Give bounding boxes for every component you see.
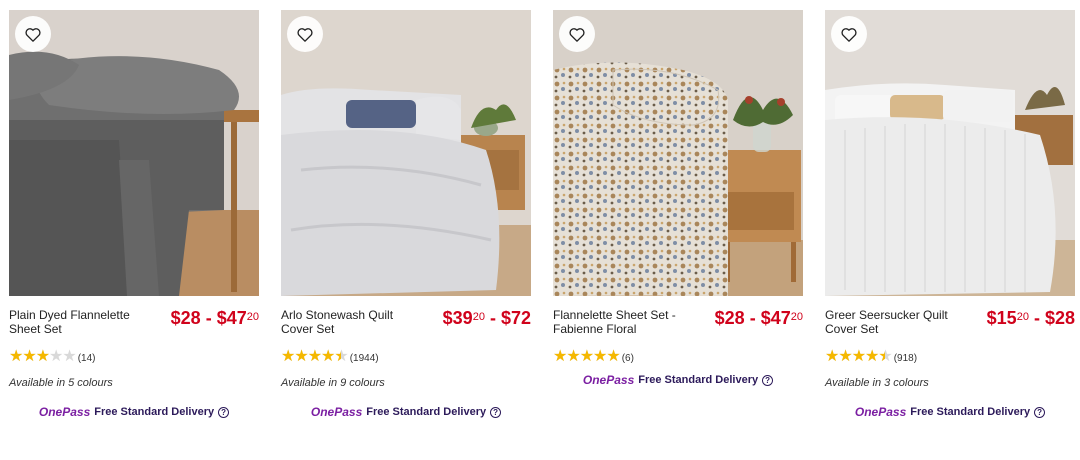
question-circle-icon[interactable]: ? <box>762 374 774 386</box>
product-price: $3920 - $72 <box>442 308 531 328</box>
rating[interactable]: ★★★★★ ★★★★★ (918) <box>825 349 1075 365</box>
onepass-delivery[interactable]: OnePass Free Standard Delivery ? <box>281 405 531 419</box>
rating[interactable]: ★★★★★ ★★★★★ (6) <box>553 349 803 365</box>
rating[interactable]: ★★★★★ ★★★★★ (1944) <box>281 349 531 365</box>
onepass-logo: OnePass <box>854 405 907 419</box>
onepass-delivery[interactable]: OnePass Free Standard Delivery ? <box>825 405 1075 419</box>
onepass-delivery[interactable]: OnePass Free Standard Delivery ? <box>553 373 803 387</box>
product-image[interactable] <box>553 10 803 296</box>
rating[interactable]: ★★★★★★★★★★ (14) <box>9 349 259 365</box>
onepass-delivery[interactable]: OnePass Free Standard Delivery ? <box>9 405 259 419</box>
heart-icon <box>841 27 857 42</box>
delivery-label: Free Standard Delivery <box>366 406 487 418</box>
product-name[interactable]: Flannelette Sheet Set - Fabienne Floral <box>553 308 683 336</box>
onepass-logo: OnePass <box>582 373 635 387</box>
heart-icon <box>25 27 41 42</box>
product-image[interactable] <box>281 10 531 296</box>
rating-count: (918) <box>893 353 918 364</box>
onepass-logo: OnePass <box>38 405 91 419</box>
colour-availability: Available in 3 colours <box>825 377 929 389</box>
star-rating: ★★★★★★★★★★ <box>281 348 349 365</box>
product-name[interactable]: Greer Seersucker Quilt Cover Set <box>825 308 955 336</box>
onepass-logo: OnePass <box>310 405 363 419</box>
colour-availability: Available in 9 colours <box>281 377 385 389</box>
delivery-label: Free Standard Delivery <box>638 374 759 386</box>
product-card[interactable]: Greer Seersucker Quilt Cover Set $1520 -… <box>825 10 1075 419</box>
product-image[interactable] <box>9 10 259 296</box>
product-card[interactable]: Flannelette Sheet Set - Fabienne Floral … <box>553 10 803 387</box>
star-rating: ★★★★★★★★★★ <box>825 348 893 365</box>
product-image[interactable] <box>825 10 1075 296</box>
rating-count: (6) <box>621 353 634 364</box>
product-price: $1520 - $28 <box>986 308 1075 328</box>
question-circle-icon[interactable]: ? <box>1034 406 1046 418</box>
product-name[interactable]: Plain Dyed Flannelette Sheet Set <box>9 308 139 336</box>
rating-count: (1944) <box>349 353 379 364</box>
colour-availability: Available in 5 colours <box>9 377 113 389</box>
product-price: $28 - $4720 <box>714 308 803 328</box>
delivery-label: Free Standard Delivery <box>94 406 215 418</box>
wishlist-button[interactable] <box>15 16 51 52</box>
wishlist-button[interactable] <box>831 16 867 52</box>
product-card[interactable]: Arlo Stonewash Quilt Cover Set $3920 - $… <box>281 10 531 419</box>
delivery-label: Free Standard Delivery <box>910 406 1031 418</box>
heart-icon <box>569 27 585 42</box>
question-circle-icon[interactable]: ? <box>490 406 502 418</box>
product-name[interactable]: Arlo Stonewash Quilt Cover Set <box>281 308 411 336</box>
wishlist-button[interactable] <box>287 16 323 52</box>
product-card[interactable]: Plain Dyed Flannelette Sheet Set $28 - $… <box>9 10 259 419</box>
star-rating: ★★★★★★★★★★ <box>553 348 621 365</box>
question-circle-icon[interactable]: ? <box>218 406 230 418</box>
rating-count: (14) <box>77 353 96 364</box>
wishlist-button[interactable] <box>559 16 595 52</box>
heart-icon <box>297 27 313 42</box>
product-price: $28 - $4720 <box>170 308 259 328</box>
star-rating: ★★★★★★★★★★ <box>9 348 77 365</box>
